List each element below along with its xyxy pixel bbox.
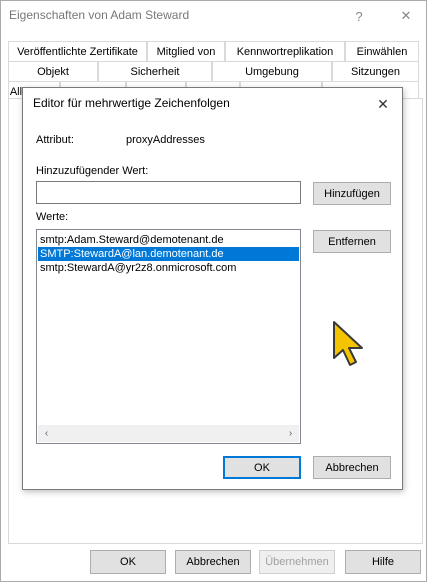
cancel-button[interactable]: Abbrechen: [175, 550, 251, 574]
tab-dial-in[interactable]: Einwählen: [345, 41, 419, 61]
tab-password-replication[interactable]: Kennwortreplikation: [225, 41, 345, 61]
tab-object[interactable]: Objekt: [8, 61, 98, 81]
apply-button[interactable]: Übernehmen: [259, 550, 335, 574]
add-value-label: Hinzuzufügender Wert:: [36, 165, 149, 177]
scroll-right-icon[interactable]: ›: [282, 425, 299, 442]
add-value-input[interactable]: [36, 181, 301, 204]
values-listbox[interactable]: smtp:Adam.Steward@demotenant.de SMTP:Ste…: [36, 229, 301, 444]
dialog-cancel-button[interactable]: Abbrechen: [313, 456, 391, 479]
tab-security[interactable]: Sicherheit: [98, 61, 212, 81]
values-label: Werte:: [36, 211, 69, 223]
tab-row-2: Objekt Sicherheit Umgebung Sitzungen: [8, 61, 419, 81]
value-item[interactable]: smtp:Adam.Steward@demotenant.de: [38, 233, 299, 247]
tab-row-1: Veröffentlichte Zertifikate Mitglied von…: [8, 41, 419, 61]
window-title: Eigenschaften von Adam Steward: [9, 8, 190, 22]
mouse-pointer-icon: [333, 321, 363, 366]
value-item-selected[interactable]: SMTP:StewardA@lan.demotenant.de: [38, 247, 299, 261]
help-title-button[interactable]: ?: [339, 1, 379, 31]
dialog-ok-button[interactable]: OK: [223, 456, 301, 479]
dialog-close-button[interactable]: ✕: [368, 91, 398, 117]
horizontal-scrollbar[interactable]: ‹ ›: [38, 425, 299, 442]
multivalued-string-editor-dialog: Editor für mehrwertige Zeichenfolgen ✕ A…: [22, 87, 403, 490]
tab-member-of[interactable]: Mitglied von: [147, 41, 225, 61]
window-titlebar: Eigenschaften von Adam Steward ? ✕: [1, 1, 426, 31]
add-button[interactable]: Hinzufügen: [313, 182, 391, 205]
close-window-button[interactable]: ✕: [386, 1, 426, 31]
attribute-label: Attribut:: [36, 134, 74, 146]
value-item[interactable]: smtp:StewardA@yr2z8.onmicrosoft.com: [38, 261, 299, 275]
dialog-titlebar: Editor für mehrwertige Zeichenfolgen ✕: [23, 88, 402, 120]
ok-button[interactable]: OK: [90, 550, 166, 574]
tab-published-certificates[interactable]: Veröffentlichte Zertifikate: [8, 41, 147, 61]
tab-sessions[interactable]: Sitzungen: [332, 61, 419, 81]
tab-environment[interactable]: Umgebung: [212, 61, 332, 81]
dialog-title: Editor für mehrwertige Zeichenfolgen: [33, 96, 230, 110]
attribute-value: proxyAddresses: [126, 134, 205, 146]
help-button[interactable]: Hilfe: [345, 550, 421, 574]
remove-button[interactable]: Entfernen: [313, 230, 391, 253]
scroll-left-icon[interactable]: ‹: [38, 425, 55, 442]
